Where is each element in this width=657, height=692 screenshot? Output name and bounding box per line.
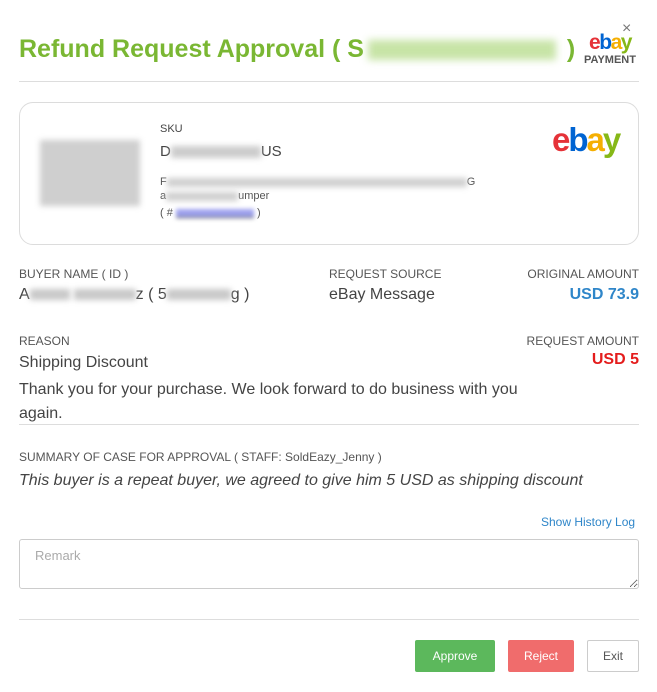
summary-label: SUMMARY OF CASE FOR APPROVAL ( STAFF: So… xyxy=(19,450,382,464)
payment-label: PAYMENT xyxy=(584,54,636,66)
exit-button[interactable]: Exit xyxy=(587,640,639,672)
redacted-store-name xyxy=(367,40,556,61)
sku-label: SKU xyxy=(160,123,183,135)
marketplace-ebay-logo: ebay xyxy=(552,121,621,158)
approve-button[interactable]: Approve xyxy=(415,640,495,672)
order-link[interactable] xyxy=(175,208,254,218)
title-divider xyxy=(19,81,639,82)
product-thumbnail xyxy=(40,140,140,206)
sku-value: D US xyxy=(160,143,282,160)
request-amount-value: USD 5 xyxy=(591,351,639,368)
dialog-title-text: Refund Request Approval ( S xyxy=(19,35,364,63)
reason-body: Thank you for your purchase. We look for… xyxy=(19,381,518,422)
reject-button[interactable]: Reject xyxy=(508,640,574,672)
summary-text: This buyer is a repeat buyer, we agreed … xyxy=(19,472,583,489)
request-source-label: REQUEST SOURCE xyxy=(329,267,442,281)
footer-divider xyxy=(19,619,639,620)
product-card: SKU D US FG a umper ( # ) ebay xyxy=(19,102,639,245)
buyer-name-label: BUYER NAME ( ID ) xyxy=(19,267,129,281)
request-source-value: eBay Message xyxy=(329,286,435,303)
original-amount-value: USD 73.9 xyxy=(569,286,639,303)
order-number: ( # ) xyxy=(160,207,261,219)
request-amount-label: REQUEST AMOUNT xyxy=(526,334,639,348)
product-title-line-1: FG xyxy=(160,176,476,188)
reason-divider xyxy=(19,424,639,425)
show-history-log-link[interactable]: Show History Log xyxy=(541,515,635,529)
ebay-payment-logo: ebay PAYMENT xyxy=(582,31,638,67)
remark-input[interactable] xyxy=(19,539,639,589)
dialog-title-end: ) xyxy=(559,35,576,63)
original-amount-label: ORIGINAL AMOUNT xyxy=(527,267,639,281)
buyer-name-value: Az ( 5g ) xyxy=(19,286,250,303)
product-title-line-2: a umper xyxy=(160,190,270,202)
dialog-title: Refund Request Approval ( S ) xyxy=(19,35,575,64)
reason-label: REASON xyxy=(19,334,70,348)
ebay-logo: ebay xyxy=(589,31,632,54)
reason-title: Shipping Discount xyxy=(19,354,148,371)
